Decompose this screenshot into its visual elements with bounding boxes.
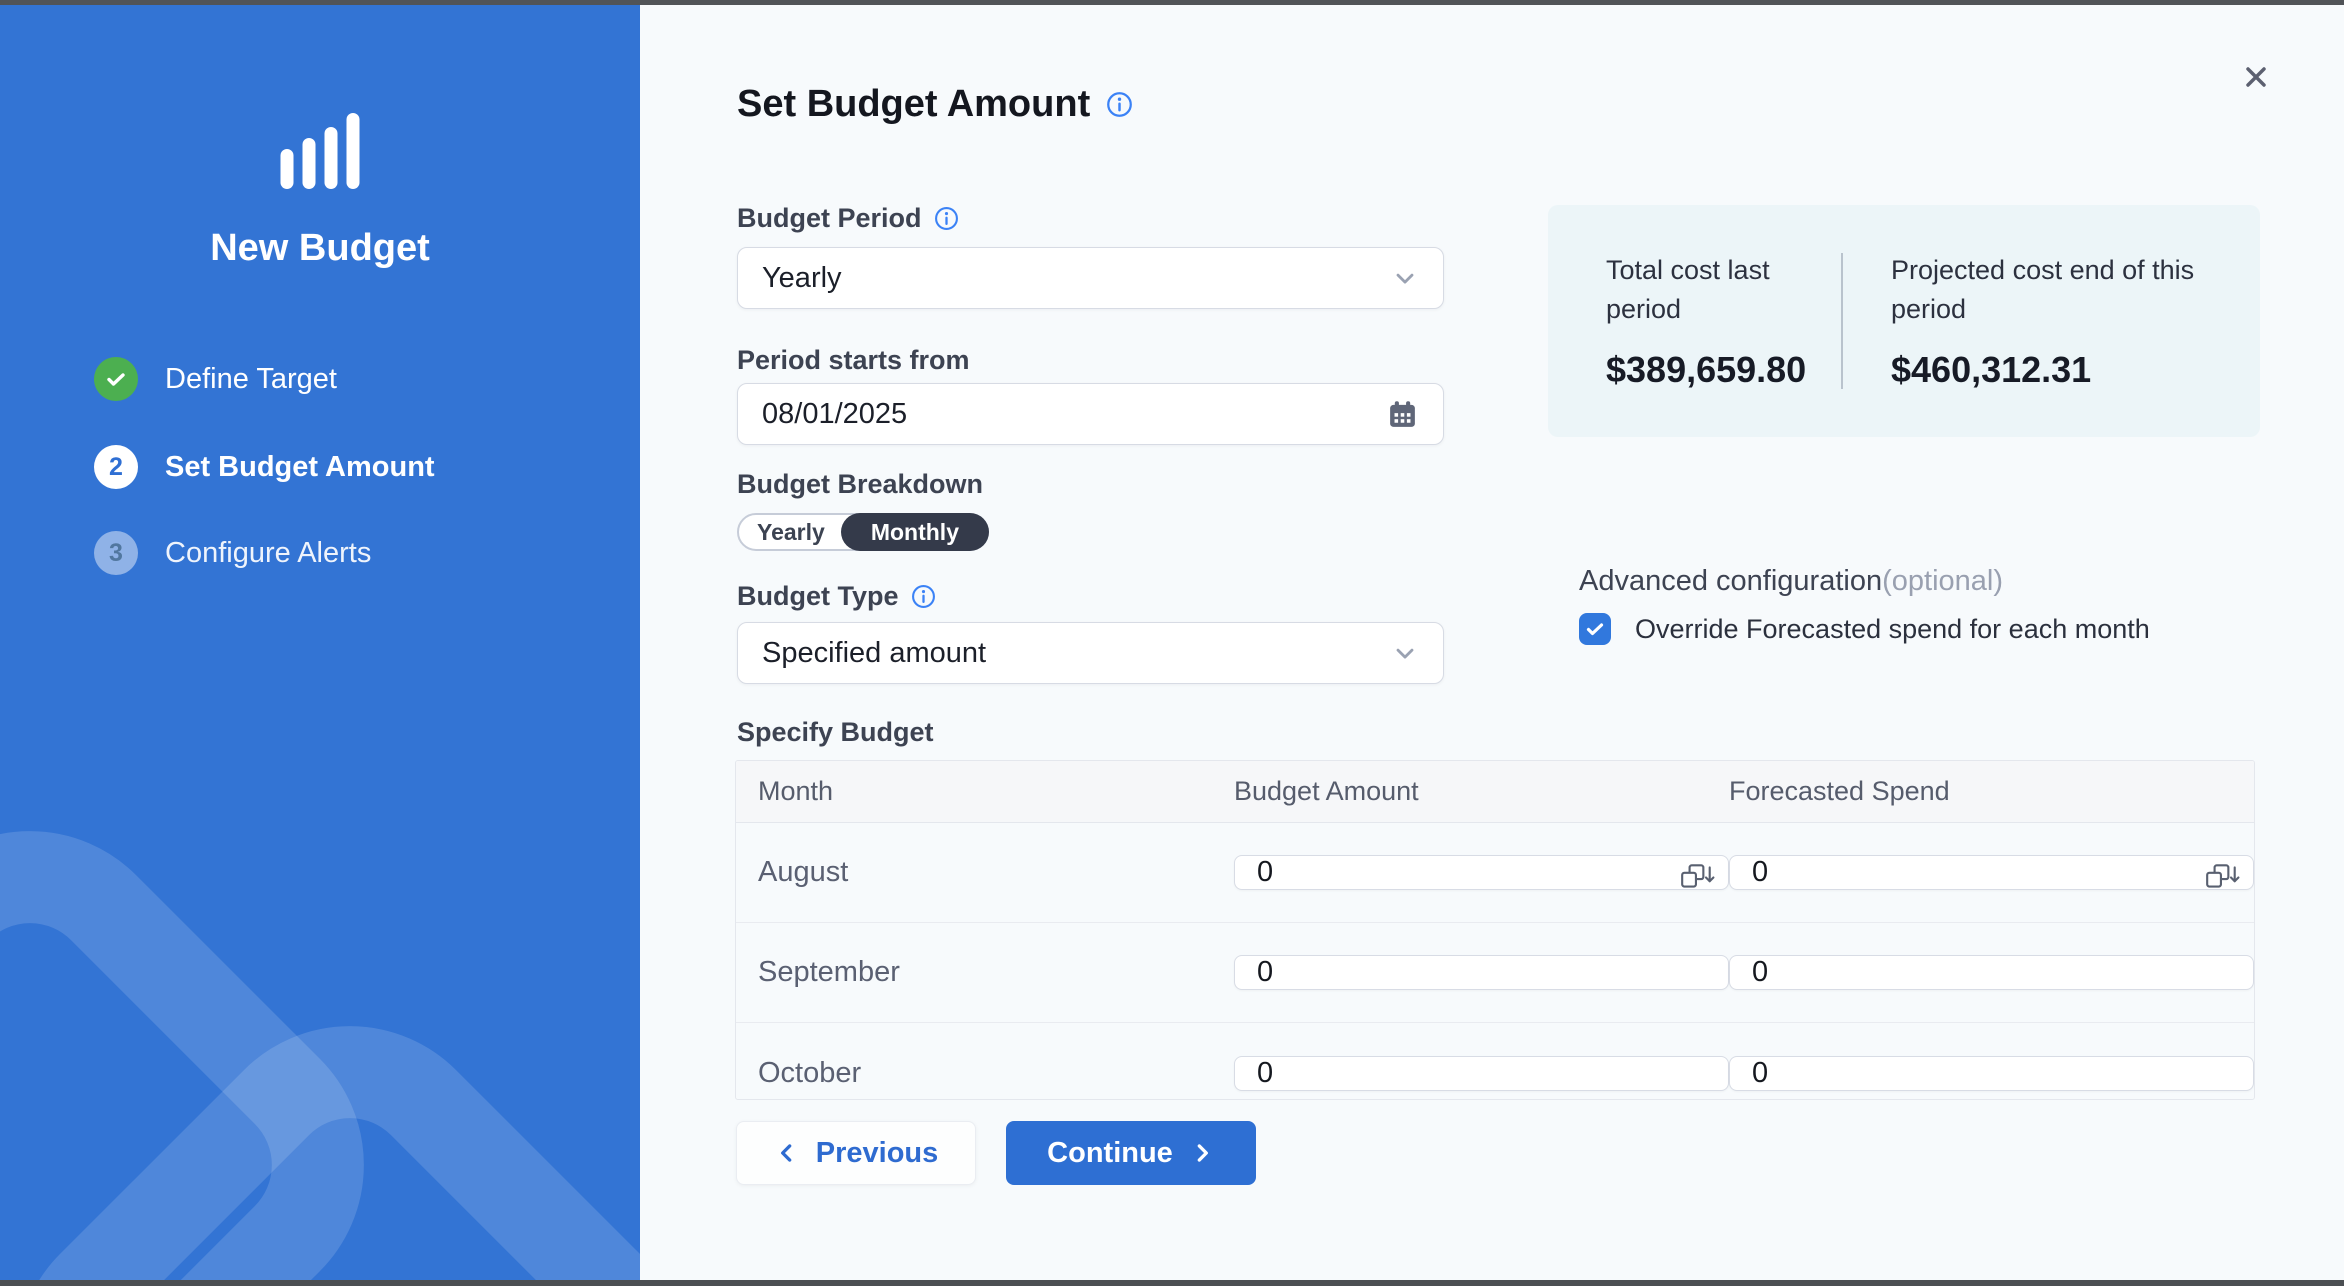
table-row-september: September <box>736 923 2254 1023</box>
breakdown-option-yearly[interactable]: Yearly <box>739 515 843 549</box>
chevron-right-icon <box>1189 1140 1215 1166</box>
logo-bar <box>281 149 294 189</box>
budget-amount-input-october[interactable] <box>1234 1056 1729 1091</box>
period-start-date-input[interactable] <box>762 398 1386 431</box>
step-set-budget-amount[interactable]: 2 Set Budget Amount <box>94 445 435 489</box>
stat-value: $389,659.80 <box>1606 349 1841 391</box>
new-budget-modal: New Budget Define Target 2 Set Budget Am… <box>0 0 2344 1286</box>
chevron-down-icon <box>1391 264 1419 292</box>
budget-amount-input-september[interactable] <box>1234 955 1729 990</box>
set-budget-amount-panel: Set Budget Amount Budget Period Yearly P… <box>640 5 2344 1280</box>
advanced-config-optional: (optional) <box>1882 565 2003 598</box>
logo-bar <box>303 138 316 189</box>
breakdown-option-monthly[interactable]: Monthly <box>841 513 989 551</box>
advanced-config-title: Advanced configuration <box>1579 565 1882 598</box>
continue-button-label: Continue <box>1047 1137 1173 1170</box>
budget-type-label: Budget Type <box>737 581 899 612</box>
specify-budget-table: Month Budget Amount Forecasted Spend Aug… <box>735 760 2255 1100</box>
step-label: Set Budget Amount <box>165 451 435 484</box>
stat-label: Total cost last period <box>1606 251 1841 329</box>
specify-budget-label: Specify Budget <box>737 717 934 748</box>
info-icon[interactable] <box>934 206 959 231</box>
wizard-sidebar: New Budget Define Target 2 Set Budget Am… <box>0 5 640 1280</box>
budget-period-select[interactable]: Yearly <box>737 247 1444 309</box>
table-row-august: August <box>736 823 2254 923</box>
budget-type-value: Specified amount <box>762 637 1391 670</box>
budget-breakdown-toggle: Yearly Monthly <box>737 513 989 551</box>
month-cell: August <box>736 856 1234 889</box>
chevron-down-icon <box>1391 639 1419 667</box>
check-circle-icon <box>94 357 138 401</box>
step-define-target[interactable]: Define Target <box>94 357 337 401</box>
budget-breakdown-label: Budget Breakdown <box>737 469 983 500</box>
forecasted-spend-input-september[interactable] <box>1729 955 2254 990</box>
continue-button[interactable]: Continue <box>1006 1121 1256 1185</box>
projected-cost-stat: Projected cost end of this period $460,3… <box>1843 251 2202 391</box>
window-top-bar <box>0 0 2344 5</box>
budget-period-label: Budget Period <box>737 203 922 234</box>
override-forecast-checkbox[interactable] <box>1579 613 1611 645</box>
period-starts-label: Period starts from <box>737 345 970 376</box>
stat-label: Projected cost end of this period <box>1891 251 2202 329</box>
window-bottom-bar <box>0 1280 2344 1286</box>
bar-chart-logo-icon <box>281 113 360 189</box>
override-forecast-label: Override Forecasted spend for each month <box>1635 614 2150 645</box>
cost-stats-card: Total cost last period $389,659.80 Proje… <box>1548 205 2260 437</box>
step-label: Configure Alerts <box>165 537 371 570</box>
forecasted-spend-input-october[interactable] <box>1729 1056 2254 1091</box>
forecasted-spend-input-august[interactable] <box>1729 855 2254 890</box>
info-icon[interactable] <box>1106 91 1133 118</box>
wizard-title: New Budget <box>0 227 640 270</box>
logo-bar <box>347 113 360 189</box>
column-header-budget-amount: Budget Amount <box>1234 776 1729 807</box>
total-cost-stat: Total cost last period $389,659.80 <box>1606 251 1841 391</box>
copy-down-icon[interactable] <box>2204 863 2240 891</box>
page-title: Set Budget Amount <box>737 83 1090 126</box>
previous-button[interactable]: Previous <box>736 1121 976 1185</box>
step-configure-alerts[interactable]: 3 Configure Alerts <box>94 531 371 575</box>
logo-bar <box>325 127 338 189</box>
calendar-icon[interactable] <box>1386 398 1419 431</box>
month-cell: September <box>736 956 1234 989</box>
previous-button-label: Previous <box>816 1137 939 1170</box>
column-header-month: Month <box>736 776 1234 807</box>
budget-period-value: Yearly <box>762 262 1391 295</box>
chevron-left-icon <box>774 1140 800 1166</box>
info-icon[interactable] <box>911 584 936 609</box>
budget-type-select[interactable]: Specified amount <box>737 622 1444 684</box>
copy-down-icon[interactable] <box>1679 863 1715 891</box>
close-icon[interactable] <box>2236 57 2276 97</box>
month-cell: October <box>736 1057 1234 1090</box>
table-header-row: Month Budget Amount Forecasted Spend <box>736 761 2254 823</box>
step-number-badge: 3 <box>94 531 138 575</box>
period-start-date-field <box>737 383 1444 445</box>
stat-value: $460,312.31 <box>1891 349 2202 391</box>
column-header-forecasted-spend: Forecasted Spend <box>1729 776 2254 807</box>
table-row-october: October <box>736 1023 2254 1100</box>
budget-amount-input-august[interactable] <box>1234 855 1729 890</box>
step-label: Define Target <box>165 363 337 396</box>
step-number-badge: 2 <box>94 445 138 489</box>
